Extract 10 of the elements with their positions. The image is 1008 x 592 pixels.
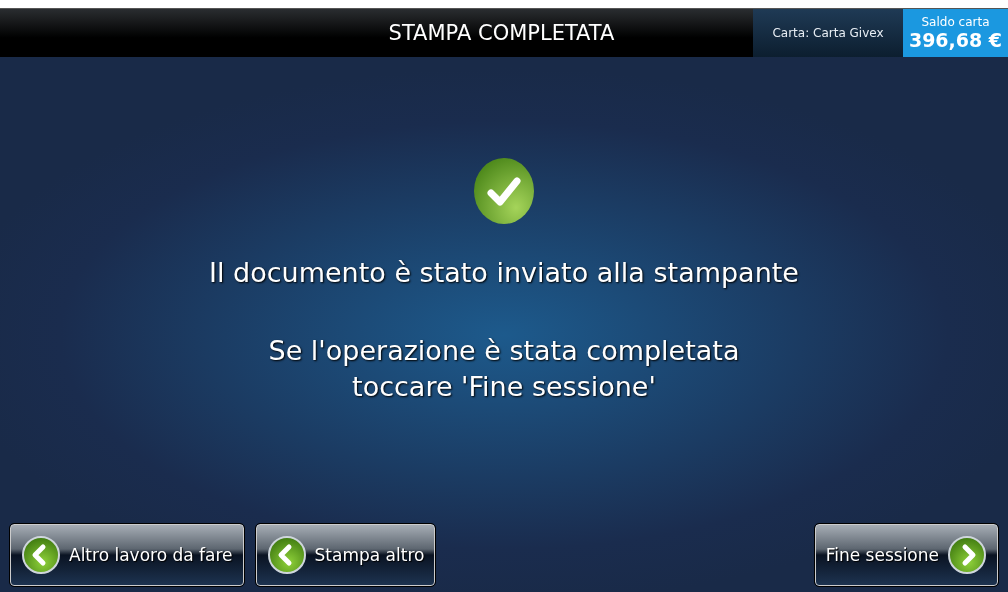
balance-value: 396,68 € <box>908 29 1003 51</box>
balance-label: Saldo carta <box>921 15 990 29</box>
status-message: Il documento è stato inviato alla stampante <box>209 256 799 290</box>
back-button[interactable]: Altro lavoro da fare <box>10 524 244 586</box>
back-button[interactable]: Stampa altro <box>255 524 436 586</box>
card-label: Carta: Carta Givex <box>772 26 884 40</box>
screen-title: STAMPA COMPLETATA <box>388 21 615 45</box>
instruction-text: Se l'operazione è stata completata toccare 'Fine sessione' <box>268 334 740 404</box>
next-button[interactable]: Fine sessione <box>814 524 998 586</box>
checkmark-icon <box>473 157 535 225</box>
